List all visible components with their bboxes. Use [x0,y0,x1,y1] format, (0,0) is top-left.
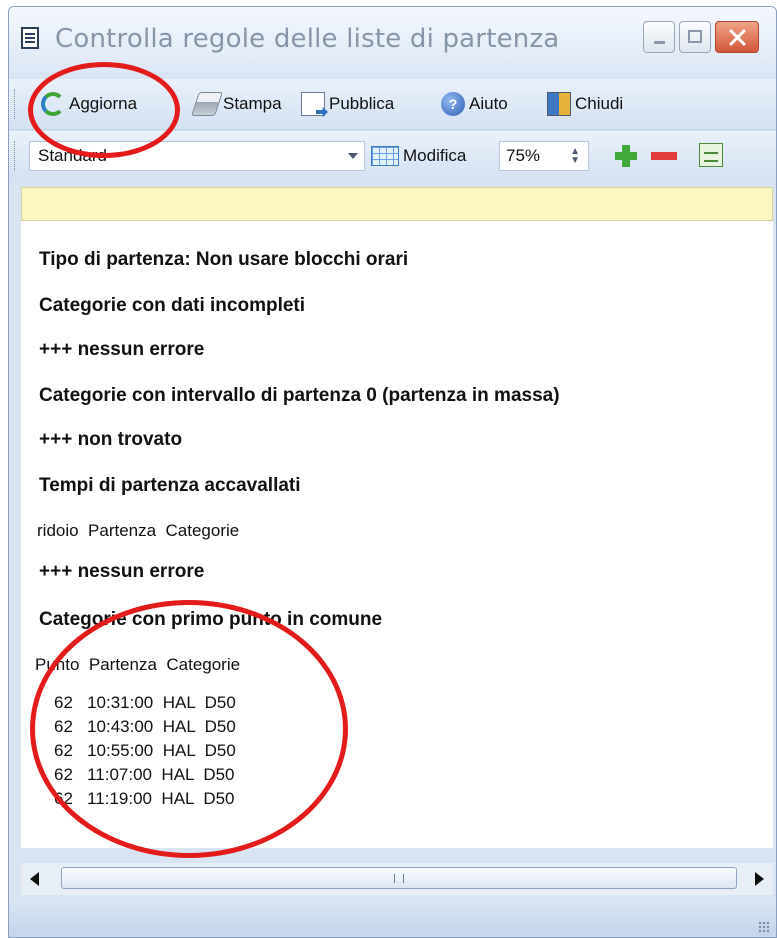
table-row: 62 10:31:00 HAL D50 [54,693,236,712]
refresh-button[interactable]: Aggiorna [41,79,137,129]
publish-button[interactable]: Pubblica [301,79,394,129]
main-toolbar: Aggiorna Stampa Pubblica ? Aiuto Chiudi [9,79,776,130]
overlap-columns: ridoio Partenza Categorie [37,521,240,540]
toolbar-grip[interactable] [14,141,18,171]
resize-grip-icon[interactable] [758,921,770,933]
start-type-text: Tipo di partenza: Non usare blocchi orar… [39,249,409,270]
zero-interval-result: +++ non trovato [39,429,183,450]
chevron-down-icon[interactable] [348,153,358,159]
table-row: 62 10:43:00 HAL D50 [54,717,236,736]
scroll-left-icon[interactable] [30,872,39,886]
title-bar[interactable]: Controlla regole delle liste di partenza [9,7,776,73]
zoom-value: 75% [506,146,541,165]
zoom-in-icon[interactable] [615,145,637,167]
horizontal-scrollbar[interactable] [21,863,773,895]
refresh-label: Aggiorna [69,94,138,113]
refresh-icon [41,92,65,116]
exit-door-icon [547,92,571,116]
incomplete-result: +++ nessun errore [39,339,205,360]
edit-layout-button[interactable]: Modifica [371,141,466,171]
publish-icon [301,92,325,116]
layout-select[interactable]: Standard [29,141,365,171]
document-icon [21,27,39,49]
spinner-arrows-icon[interactable]: ▲ ▼ [570,147,580,166]
close-button[interactable]: Chiudi [547,79,623,129]
maximize-button[interactable] [679,21,711,53]
report-window: Controlla regole delle liste di partenza… [8,6,777,938]
help-icon: ? [441,92,465,116]
publish-label: Pubblica [329,94,395,113]
printer-icon [191,92,223,116]
first-control-heading: Categorie con primo punto in comune [39,609,383,630]
close-label: Chiudi [575,94,624,113]
table-row: 62 10:55:00 HAL D50 [54,741,236,760]
edit-label: Modifica [403,146,467,165]
scroll-right-icon[interactable] [755,872,764,886]
table-row: 62 11:19:00 HAL D50 [54,789,235,808]
status-bar [9,903,776,937]
scroll-thumb[interactable] [61,867,737,889]
notice-bar [21,187,773,221]
minimize-button[interactable] [643,21,675,53]
print-label: Stampa [223,94,282,113]
zoom-out-icon[interactable] [651,152,677,160]
overlap-result: +++ nessun errore [39,561,205,582]
help-label: Aiuto [469,94,508,113]
zero-interval-heading: Categorie con intervallo di partenza 0 (… [39,385,560,406]
print-button[interactable]: Stampa [191,79,282,129]
fit-page-icon[interactable] [699,143,723,167]
incomplete-heading: Categorie con dati incompleti [39,295,306,316]
help-button[interactable]: ? Aiuto [441,79,508,129]
view-toolbar: Standard Modifica 75% ▲ ▼ [9,131,776,181]
overlap-heading: Tempi di partenza accavallati [39,475,301,496]
table-row: 62 11:07:00 HAL D50 [54,765,235,784]
toolbar-grip[interactable] [14,89,18,119]
zoom-field[interactable]: 75% ▲ ▼ [499,141,589,171]
window-title: Controlla regole delle liste di partenza [55,24,560,54]
close-window-button[interactable] [715,21,759,53]
first-control-columns: Punto Partenza Categorie [35,655,241,674]
report-content: Tipo di partenza: Non usare blocchi orar… [21,221,773,848]
layout-select-value: Standard [38,146,107,165]
table-grid-icon [371,146,399,166]
